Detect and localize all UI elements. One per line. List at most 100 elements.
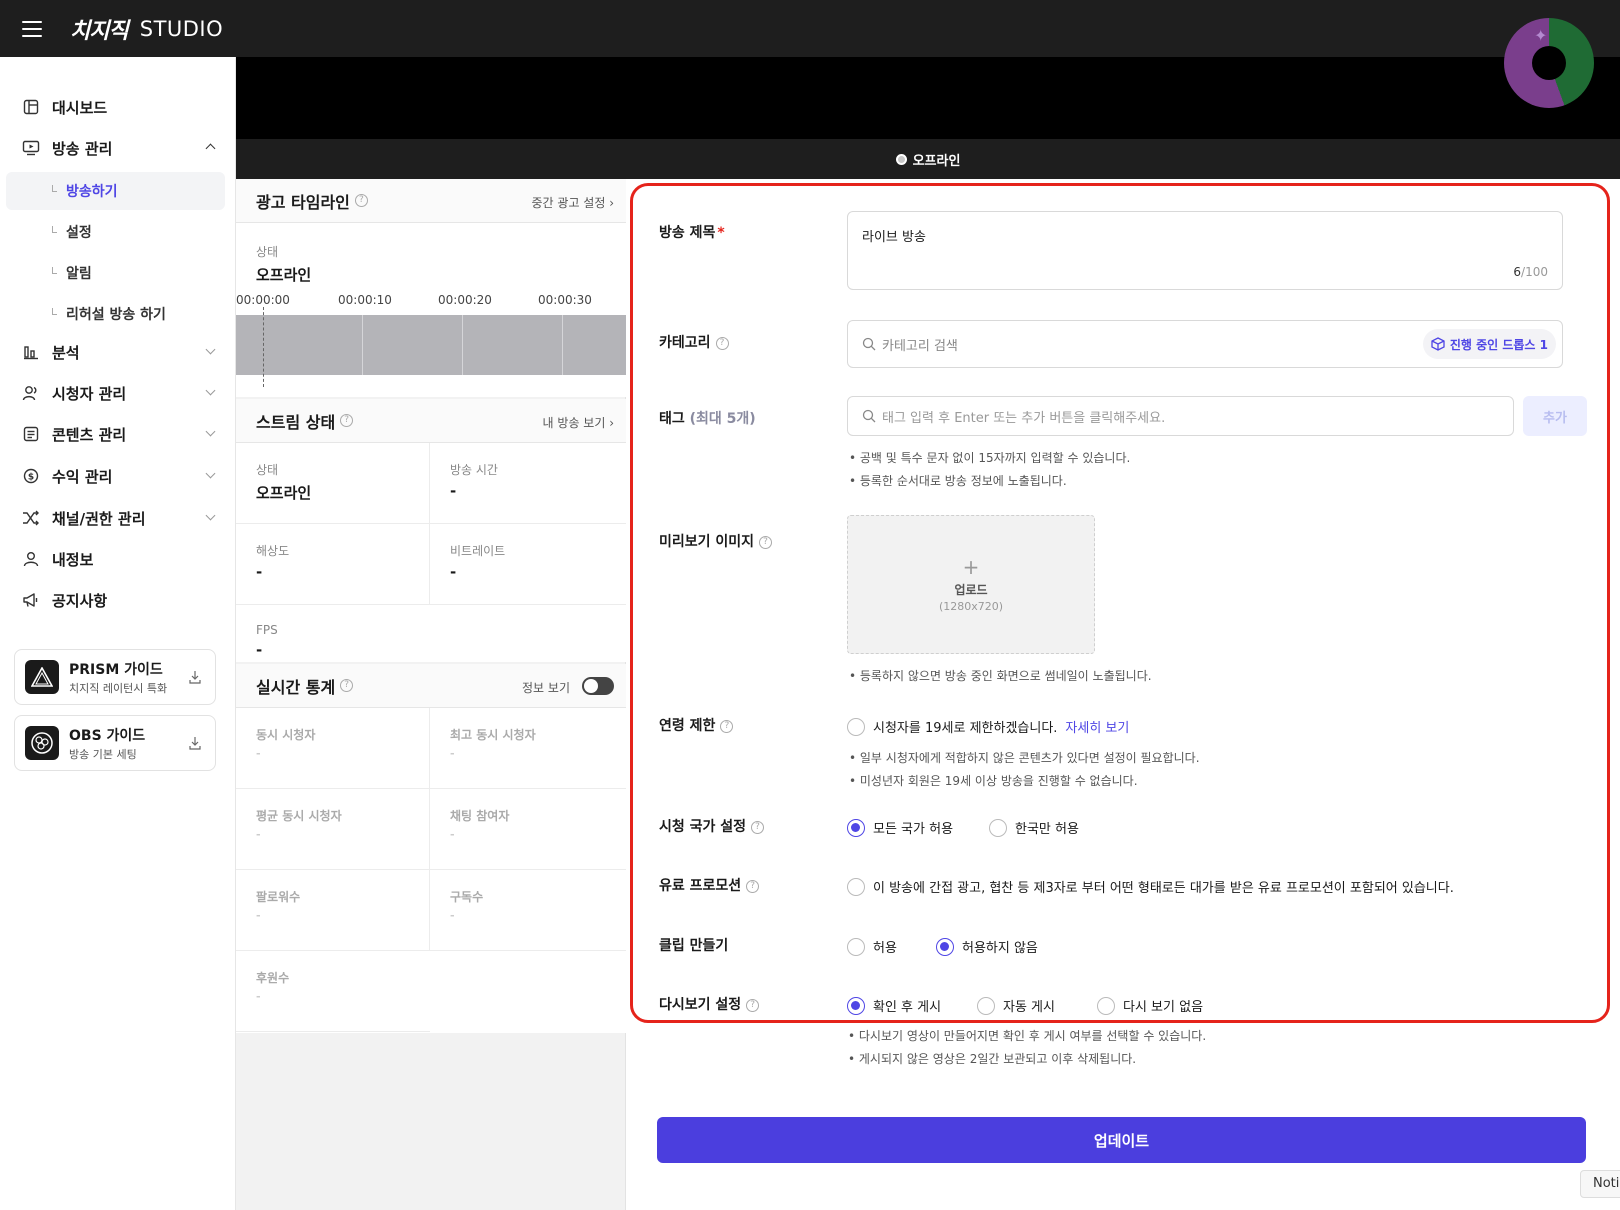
upload-label: 업로드 xyxy=(954,582,988,597)
help-icon[interactable]: ? xyxy=(759,535,773,549)
label-text: 유료 프로모션 xyxy=(659,878,742,894)
tag-hint: • 등록한 순서대로 방송 정보에 노출됩니다. xyxy=(849,474,1067,488)
stream-status-panel: 스트림 상태? 내 방송 보기 › 상태 오프라인 방송 시간 - 해상도 - 비트레… xyxy=(236,399,626,686)
sidebar-sub-live[interactable]: 방송하기 xyxy=(6,172,225,210)
sidebar-item-viewers[interactable]: 시청자 관리 xyxy=(20,378,220,408)
sidebar-label: 대시보드 xyxy=(52,98,108,117)
tick-label: 00:00:10 xyxy=(338,293,392,307)
thumbnail-upload[interactable]: + 업로드 (1280x720) xyxy=(847,515,1095,654)
info-toggle[interactable] xyxy=(582,677,614,695)
sidebar-sub-settings[interactable]: 설정 xyxy=(6,213,225,251)
replay-hint: • 다시보기 영상이 만들어지면 확인 후 게시 여부를 선택할 수 있습니다. xyxy=(848,1029,1207,1043)
help-icon[interactable]: ? xyxy=(720,719,734,733)
stat-value: - xyxy=(256,990,261,1003)
chevron-up-icon xyxy=(205,143,216,154)
country-option-all[interactable]: 모든 국가 허용 xyxy=(847,818,953,837)
label-text: 방송 제목 xyxy=(659,225,716,241)
tag-input[interactable]: 태그 입력 후 Enter 또는 추가 버튼을 클릭해주세요. xyxy=(847,396,1514,436)
drops-badge[interactable]: 진행 중인 드롭스 1 xyxy=(1422,329,1556,359)
help-icon[interactable]: ? xyxy=(746,998,760,1012)
sidebar-sub-label: 리허설 방송 하기 xyxy=(66,307,166,323)
category-search-input[interactable]: 카테고리 검색 진행 중인 드롭스 1 xyxy=(847,320,1563,368)
help-icon[interactable]: ? xyxy=(746,879,760,893)
users-icon xyxy=(20,383,42,403)
sidebar-item-dashboard[interactable]: 대시보드 xyxy=(20,92,220,122)
radio-circle xyxy=(847,937,865,956)
plus-icon: + xyxy=(962,554,980,579)
sidebar-item-notice[interactable]: 공지사항 xyxy=(20,585,220,615)
sidebar-item-channel[interactable]: 채널/권한 관리 xyxy=(20,503,220,533)
sidebar-label: 분석 xyxy=(52,343,80,362)
label-extra: (최대 5개) xyxy=(689,411,756,427)
my-broadcast-link[interactable]: 내 방송 보기 › xyxy=(543,414,614,431)
timeline-track[interactable] xyxy=(236,315,626,375)
char-max: /100 xyxy=(1521,265,1548,279)
sidebar-item-analytics[interactable]: 분석 xyxy=(20,337,220,367)
obs-guide-card[interactable]: OBS 가이드 방송 기본 세팅 xyxy=(14,715,216,771)
tick-label: 00:00:30 xyxy=(538,293,592,307)
promo-label: 유료 프로모션? xyxy=(659,875,760,895)
user-icon xyxy=(20,549,42,569)
download-icon[interactable] xyxy=(189,736,201,750)
contents-icon xyxy=(20,424,42,444)
age-more-link[interactable]: 자세히 보기 xyxy=(1065,717,1129,736)
help-icon[interactable]: ? xyxy=(340,679,354,692)
title-input[interactable]: 라이브 방송 6/100 xyxy=(847,211,1563,290)
radio-circle xyxy=(1097,996,1115,1015)
help-icon[interactable]: ? xyxy=(340,414,354,427)
prism-guide-card[interactable]: PRISM 가이드 치지직 레이턴시 특화 xyxy=(14,649,216,705)
promo-checkbox[interactable]: 이 방송에 간접 광고, 협찬 등 제3자로 부터 어떤 형태로든 대가를 받은… xyxy=(847,877,1454,896)
help-icon[interactable]: ? xyxy=(715,336,729,350)
sidebar-label: 시청자 관리 xyxy=(52,384,127,403)
sidebar-item-myinfo[interactable]: 내정보 xyxy=(20,544,220,574)
replay-option-review[interactable]: 확인 후 게시 xyxy=(847,996,941,1015)
tick-label: 00:00:00 xyxy=(236,293,290,307)
sidebar-sub-rehearsal[interactable]: 리허설 방송 하기 xyxy=(6,295,225,333)
age-restrict-checkbox[interactable]: 시청자를 19세로 제한하겠습니다. 자세히 보기 xyxy=(847,717,1129,736)
clip-option-allow[interactable]: 허용 xyxy=(847,937,897,956)
stat-label: 최고 동시 시청자 xyxy=(450,728,536,742)
status-dot-icon xyxy=(895,153,907,165)
mid-ad-settings-link[interactable]: 중간 광고 설정 › xyxy=(532,194,614,211)
box-icon xyxy=(1431,337,1445,351)
stat-cell: 구독수 - xyxy=(430,870,626,951)
label-text: 시청 국가 설정 xyxy=(659,819,747,835)
country-option-korea[interactable]: 한국만 허용 xyxy=(989,818,1079,837)
guide-subtitle: 방송 기본 세팅 xyxy=(69,747,137,761)
title-label: 방송 제목 * xyxy=(659,222,725,242)
clip-label: 클립 만들기 xyxy=(659,935,728,955)
age-hint: • 일부 시청자에게 적합하지 않은 콘텐츠가 있다면 설정이 필요합니다. xyxy=(849,751,1200,765)
preview-hint: • 등록하지 않으면 방송 중인 화면으로 썸네일이 노출됩니다. xyxy=(849,669,1152,683)
sidebar-item-broadcast[interactable]: 방송 관리 xyxy=(20,133,220,163)
title-value: 라이브 방송 xyxy=(862,230,926,245)
clip-option-deny[interactable]: 허용하지 않음 xyxy=(936,937,1038,956)
analytics-icon xyxy=(20,342,42,362)
stat-label: 채팅 참여자 xyxy=(450,809,510,823)
replay-option-auto[interactable]: 자동 게시 xyxy=(977,996,1055,1015)
update-button[interactable]: 업데이트 xyxy=(657,1117,1586,1163)
replay-option-none[interactable]: 다시 보기 없음 xyxy=(1097,996,1203,1015)
radio-circle xyxy=(847,818,865,837)
avatar[interactable]: ✦ xyxy=(1504,18,1594,108)
drops-badge-text: 진행 중인 드롭스 1 xyxy=(1449,337,1548,352)
menu-icon[interactable] xyxy=(22,20,42,37)
brand[interactable]: 치지직 STUDIO xyxy=(70,13,223,45)
sidebar-item-contents[interactable]: 콘텐츠 관리 xyxy=(20,419,220,449)
sidebar-label: 수익 관리 xyxy=(52,467,113,486)
replay-hint: • 게시되지 않은 영상은 2일간 보관되고 이후 삭제됩니다. xyxy=(848,1052,1137,1066)
search-icon xyxy=(862,409,876,423)
video-preview[interactable] xyxy=(236,57,1620,139)
help-icon[interactable]: ? xyxy=(751,820,765,834)
download-icon[interactable] xyxy=(189,670,201,684)
option-label: 다시 보기 없음 xyxy=(1123,1000,1204,1015)
radio-circle xyxy=(847,877,865,896)
sidebar-sub-alerts[interactable]: 알림 xyxy=(6,254,225,292)
sidebar-item-revenue[interactable]: $ 수익 관리 xyxy=(20,461,220,491)
stat-value: 오프라인 xyxy=(256,484,312,502)
playhead-marker[interactable] xyxy=(263,307,264,387)
help-icon[interactable]: ? xyxy=(354,194,368,207)
option-label: 모든 국가 허용 xyxy=(873,822,954,837)
notification-tab[interactable]: Noti xyxy=(1580,1170,1620,1198)
tag-add-button[interactable]: 추가 xyxy=(1523,396,1587,436)
player-status-bar: 오프라인 xyxy=(236,139,1620,179)
